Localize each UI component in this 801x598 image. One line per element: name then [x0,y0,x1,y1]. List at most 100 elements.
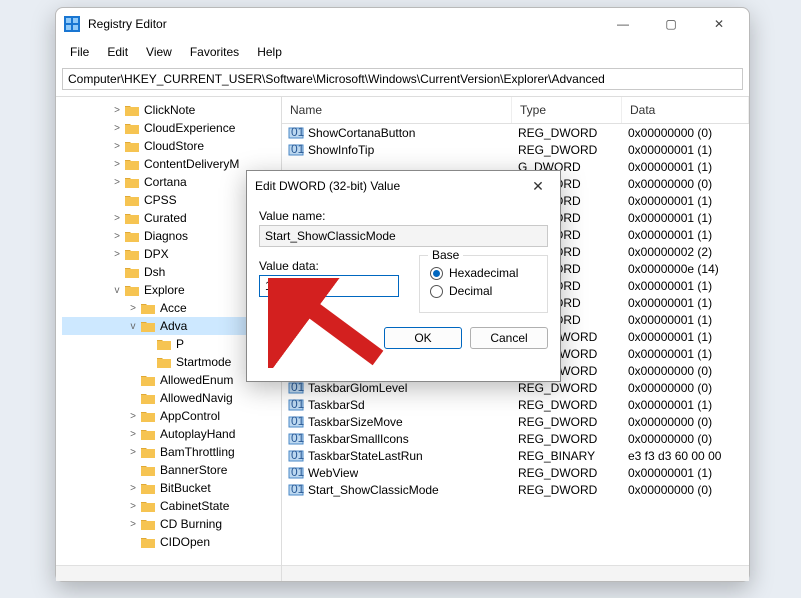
tree-scrollbar[interactable] [56,565,281,581]
expand-icon[interactable]: v [126,321,140,332]
folder-icon [156,337,172,351]
value-row[interactable]: 011TaskbarSdREG_DWORD0x00000001 (1) [282,396,749,413]
value-name: TaskbarSd [308,398,365,412]
tree-item[interactable]: > BitBucket [62,479,281,497]
expand-icon[interactable]: > [126,501,140,512]
tree-item[interactable]: >CD Burning [62,515,281,533]
value-type: REG_DWORD [518,466,597,480]
tree-label: CPSS [144,193,177,207]
tree-item[interactable]: >CloudStore [62,137,281,155]
ok-button[interactable]: OK [384,327,462,349]
value-type: REG_DWORD [518,381,597,395]
value-name: TaskbarSizeMove [308,415,403,429]
value-row[interactable]: 011ShowCortanaButtonREG_DWORD0x00000000 … [282,124,749,141]
value-row[interactable]: 011Start_ShowClassicModeREG_DWORD0x00000… [282,481,749,498]
expand-icon[interactable]: > [126,483,140,494]
expand-icon[interactable]: > [126,411,140,422]
value-data: 0x00000001 (1) [628,313,712,327]
menu-view[interactable]: View [138,42,180,62]
minimize-button[interactable]: — [601,10,645,38]
tree-item[interactable]: > BamThrottling [62,443,281,461]
value-data: 0x00000001 (1) [628,160,712,174]
menu-help[interactable]: Help [249,42,290,62]
value-row[interactable]: 011TaskbarSmallIconsREG_DWORD0x00000000 … [282,430,749,447]
value-row[interactable]: 011WebViewREG_DWORD0x00000001 (1) [282,464,749,481]
svg-text:011: 011 [291,466,304,479]
expand-icon[interactable]: > [110,213,124,224]
tree-label: CabinetState [160,499,229,513]
close-button[interactable]: ✕ [697,10,741,38]
maximize-button[interactable]: ▢ [649,10,693,38]
value-data-label: Value data: [259,259,407,273]
list-header: Name Type Data [282,97,749,124]
dialog-titlebar[interactable]: Edit DWORD (32-bit) Value ✕ [247,171,560,201]
tree-label: ClickNote [144,103,195,117]
tree-item[interactable]: > AutoplayHand [62,425,281,443]
titlebar[interactable]: Registry Editor — ▢ ✕ [56,8,749,40]
expand-icon[interactable]: > [110,159,124,170]
tree-item[interactable]: >CloudExperience [62,119,281,137]
tree-label: BitBucket [160,481,211,495]
expand-icon[interactable]: > [110,123,124,134]
tree-label: BamThrottling [160,445,235,459]
value-data: 0x00000001 (1) [628,398,712,412]
value-row[interactable]: 011TaskbarStateLastRunREG_BINARYe3 f3 d3… [282,447,749,464]
expand-icon[interactable]: > [110,249,124,260]
value-data-input[interactable]: 1 [259,275,399,297]
list-scrollbar[interactable] [282,565,749,581]
radio-label: Decimal [449,284,492,298]
reg-value-icon: 011 [288,432,304,446]
tree-item[interactable]: AllowedNavig [62,389,281,407]
menu-file[interactable]: File [62,42,97,62]
folder-icon [156,355,172,369]
col-name[interactable]: Name [282,97,512,123]
tree-item[interactable]: > ClickNote [62,101,281,119]
reg-value-icon: 011 [288,415,304,429]
expand-icon[interactable]: > [126,303,140,314]
radio-decimal[interactable]: Decimal [430,284,537,298]
value-data: 0x00000001 (1) [628,211,712,225]
value-data: 0x00000001 (1) [628,279,712,293]
base-legend: Base [428,248,463,262]
tree-item[interactable]: >AppControl [62,407,281,425]
expand-icon[interactable]: > [110,141,124,152]
expand-icon[interactable]: > [110,105,124,116]
expand-icon[interactable]: > [110,231,124,242]
value-data: 0x00000000 (0) [628,364,712,378]
col-type[interactable]: Type [512,97,622,123]
tree-item[interactable]: CIDOpen [62,533,281,551]
tree-label: AllowedEnum [160,373,233,387]
expand-icon[interactable]: > [126,429,140,440]
tree-label: Explore [144,283,185,297]
value-data: 0x00000000 (0) [628,177,712,191]
value-row[interactable]: 011TaskbarSizeMoveREG_DWORD0x00000000 (0… [282,413,749,430]
svg-text:011: 011 [291,415,304,428]
folder-icon [124,175,140,189]
dialog-close-button[interactable]: ✕ [524,178,552,195]
value-row[interactable]: 011ShowInfoTipREG_DWORD0x00000001 (1) [282,141,749,158]
tree-label: Cortana [144,175,187,189]
folder-icon [140,319,156,333]
folder-icon [124,103,140,117]
expand-icon[interactable]: > [110,177,124,188]
tree-item[interactable]: BannerStore [62,461,281,479]
value-type: REG_DWORD [518,432,597,446]
tree-item[interactable]: > CabinetState [62,497,281,515]
expand-icon[interactable]: > [126,519,140,530]
reg-value-icon: 011 [288,449,304,463]
address-bar: Computer\HKEY_CURRENT_USER\Software\Micr… [56,64,749,96]
col-data[interactable]: Data [622,97,749,123]
value-type: REG_DWORD [518,483,597,497]
radio-hexadecimal[interactable]: Hexadecimal [430,266,537,280]
window-controls: — ▢ ✕ [601,10,741,38]
expand-icon[interactable]: v [110,285,124,296]
cancel-button[interactable]: Cancel [470,327,548,349]
expand-icon[interactable]: > [126,447,140,458]
value-type: REG_DWORD [518,126,597,140]
tree-label: AutoplayHand [160,427,235,441]
value-data: 0x0000000e (14) [628,262,719,276]
menu-favorites[interactable]: Favorites [182,42,247,62]
tree-label: Dsh [144,265,165,279]
address-input[interactable]: Computer\HKEY_CURRENT_USER\Software\Micr… [62,68,743,90]
menu-edit[interactable]: Edit [99,42,136,62]
